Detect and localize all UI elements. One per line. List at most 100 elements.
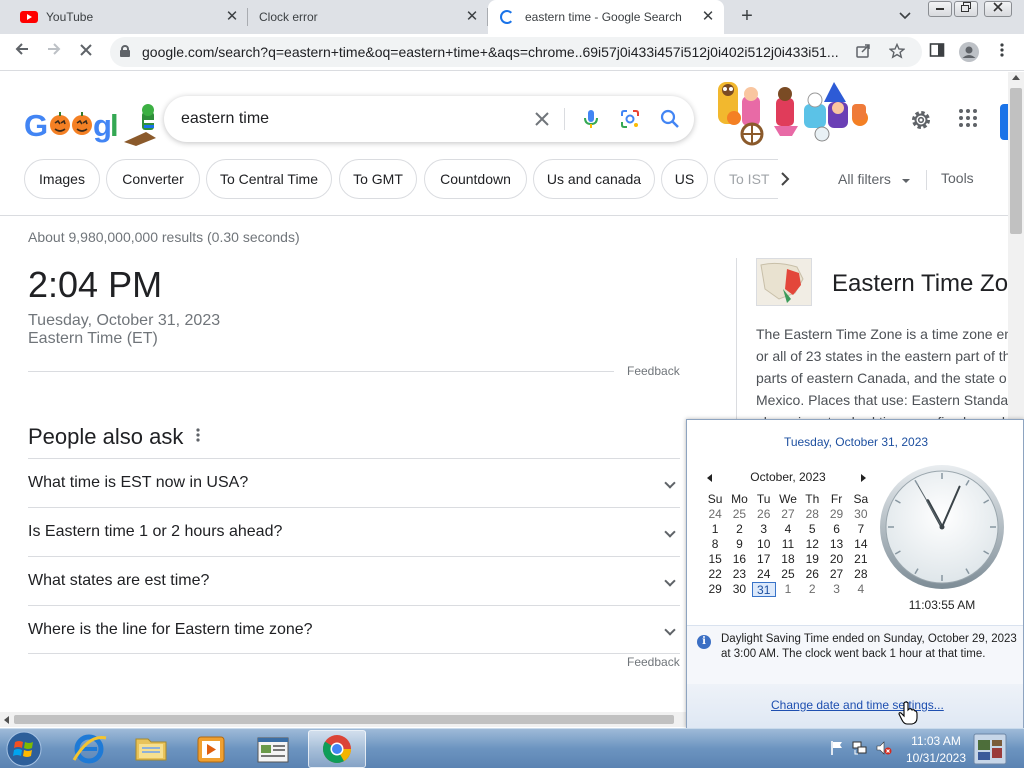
minimize-button[interactable]	[928, 1, 952, 17]
tab-search-button[interactable]	[896, 8, 914, 26]
paa-question[interactable]: Where is the line for Eastern time zone?	[28, 605, 680, 654]
calendar-day[interactable]: 2	[800, 582, 824, 597]
calendar-day[interactable]: 18	[776, 552, 800, 567]
calendar-day[interactable]: 26	[800, 567, 824, 582]
chip-countdown[interactable]: Countdown	[424, 159, 527, 199]
calendar-day[interactable]: 13	[824, 537, 848, 552]
restore-button[interactable]	[954, 1, 978, 17]
calendar-day[interactable]: 1	[703, 522, 727, 537]
sign-in-button-edge[interactable]	[1000, 104, 1008, 140]
calendar-day[interactable]: 17	[752, 552, 776, 567]
calendar-day-today[interactable]: 31	[751, 582, 776, 597]
calendar-day[interactable]: 29	[703, 582, 727, 597]
calendar-day[interactable]: 28	[800, 507, 824, 522]
voice-search-icon[interactable]	[579, 107, 603, 131]
calendar-day[interactable]: 2	[727, 522, 751, 537]
file-explorer-taskbar-icon[interactable]	[124, 730, 178, 768]
close-tab-icon[interactable]: ✕	[224, 9, 240, 25]
calendar-day[interactable]: 4	[776, 522, 800, 537]
calendar-day[interactable]: 12	[800, 537, 824, 552]
side-panel-icon[interactable]	[927, 42, 947, 62]
internet-explorer-taskbar-icon[interactable]	[62, 730, 116, 768]
search-submit-icon[interactable]	[658, 107, 682, 131]
close-window-button[interactable]	[984, 1, 1012, 17]
search-query-text[interactable]: eastern time	[181, 110, 269, 128]
calendar-day[interactable]: 20	[824, 552, 848, 567]
more-options-icon[interactable]	[196, 428, 200, 446]
calendar-day[interactable]: 28	[849, 567, 873, 582]
google-apps-icon[interactable]	[956, 108, 980, 132]
calendar-day[interactable]: 21	[849, 552, 873, 567]
calendar-day[interactable]: 24	[703, 507, 727, 522]
calendar-day[interactable]: 4	[849, 582, 873, 597]
volume-muted-icon[interactable]	[876, 740, 892, 756]
calendar-day[interactable]: 11	[776, 537, 800, 552]
chip-us-and-canada[interactable]: Us and canada	[533, 159, 655, 199]
settings-gear-icon[interactable]	[909, 108, 933, 132]
next-month-arrow-icon[interactable]	[861, 474, 866, 482]
url-text[interactable]: google.com/search?q=eastern+time&oq=east…	[142, 44, 852, 60]
calendar-day[interactable]: 6	[824, 522, 848, 537]
back-button[interactable]	[10, 40, 34, 64]
tab-clock-error[interactable]: Clock error ✕	[248, 0, 488, 34]
calendar-day[interactable]: 3	[752, 522, 776, 537]
vertical-scroll-thumb[interactable]	[1010, 88, 1022, 234]
calendar-month-label[interactable]: October, 2023	[703, 470, 873, 484]
calendar-day[interactable]: 10	[752, 537, 776, 552]
share-icon[interactable]	[854, 43, 872, 61]
calendar-day[interactable]: 26	[752, 507, 776, 522]
calendar-day[interactable]: 7	[849, 522, 873, 537]
paa-question[interactable]: What time is EST now in USA?	[28, 458, 680, 507]
feedback-link[interactable]: Feedback	[627, 364, 680, 378]
tab-youtube[interactable]: YouTube ✕	[8, 0, 248, 34]
all-filters-button[interactable]: All filters	[838, 171, 911, 187]
flyout-long-date-link[interactable]: Tuesday, October 31, 2023	[687, 435, 1024, 449]
calendar-day[interactable]: 3	[824, 582, 848, 597]
paa-question[interactable]: Is Eastern time 1 or 2 hours ahead?	[28, 507, 680, 556]
profile-avatar-icon[interactable]	[959, 42, 979, 62]
address-bar[interactable]: google.com/search?q=eastern+time&oq=east…	[110, 37, 922, 67]
chip-to-ist[interactable]: To IST	[714, 159, 778, 199]
calendar-day[interactable]: 9	[727, 537, 751, 552]
chip-images[interactable]: Images	[24, 159, 100, 199]
chip-to-central-time[interactable]: To Central Time	[206, 159, 332, 199]
calendar-day[interactable]: 22	[703, 567, 727, 582]
forward-button[interactable]	[42, 40, 66, 64]
calendar-day[interactable]: 14	[849, 537, 873, 552]
calendar-day[interactable]: 24	[752, 567, 776, 582]
chips-scroll-right-icon[interactable]	[780, 170, 790, 191]
calendar-day[interactable]: 8	[703, 537, 727, 552]
feedback-link[interactable]: Feedback	[627, 655, 680, 669]
start-button[interactable]	[4, 730, 44, 768]
calendar-day[interactable]: 16	[727, 552, 751, 567]
timezone-map-thumbnail[interactable]	[756, 258, 812, 306]
calendar-day[interactable]: 29	[824, 507, 848, 522]
tools-button[interactable]: Tools	[941, 170, 974, 186]
close-tab-icon[interactable]: ✕	[700, 9, 716, 25]
document-app-taskbar-icon[interactable]	[246, 730, 300, 768]
scroll-up-arrow-icon[interactable]	[1012, 75, 1020, 80]
calendar-day[interactable]: 25	[776, 567, 800, 582]
calendar-day[interactable]: 19	[800, 552, 824, 567]
google-halloween-logo[interactable]: G g l	[24, 102, 164, 146]
chip-us[interactable]: US	[661, 159, 708, 199]
calendar-day[interactable]: 30	[727, 582, 751, 597]
horizontal-scroll-thumb[interactable]	[14, 715, 674, 724]
calendar-day[interactable]: 5	[800, 522, 824, 537]
chip-converter[interactable]: Converter	[106, 159, 200, 199]
calendar-day[interactable]: 27	[776, 507, 800, 522]
network-icon[interactable]	[852, 740, 868, 756]
taskbar-clock-date[interactable]: 10/31/2023	[900, 751, 972, 765]
search-box[interactable]: eastern time	[164, 96, 694, 142]
new-tab-button[interactable]: +	[736, 6, 758, 28]
bookmark-star-icon[interactable]	[888, 42, 906, 61]
action-center-flag-icon[interactable]	[829, 740, 845, 756]
calendar-day[interactable]: 15	[703, 552, 727, 567]
show-desktop-icon[interactable]	[972, 732, 1008, 766]
calendar-day[interactable]: 23	[727, 567, 751, 582]
chrome-taskbar-icon[interactable]	[308, 730, 366, 768]
chrome-menu-icon[interactable]	[992, 42, 1012, 62]
clear-search-icon[interactable]	[530, 107, 554, 131]
close-tab-icon[interactable]: ✕	[464, 9, 480, 25]
halloween-doodle-image[interactable]	[712, 78, 874, 150]
